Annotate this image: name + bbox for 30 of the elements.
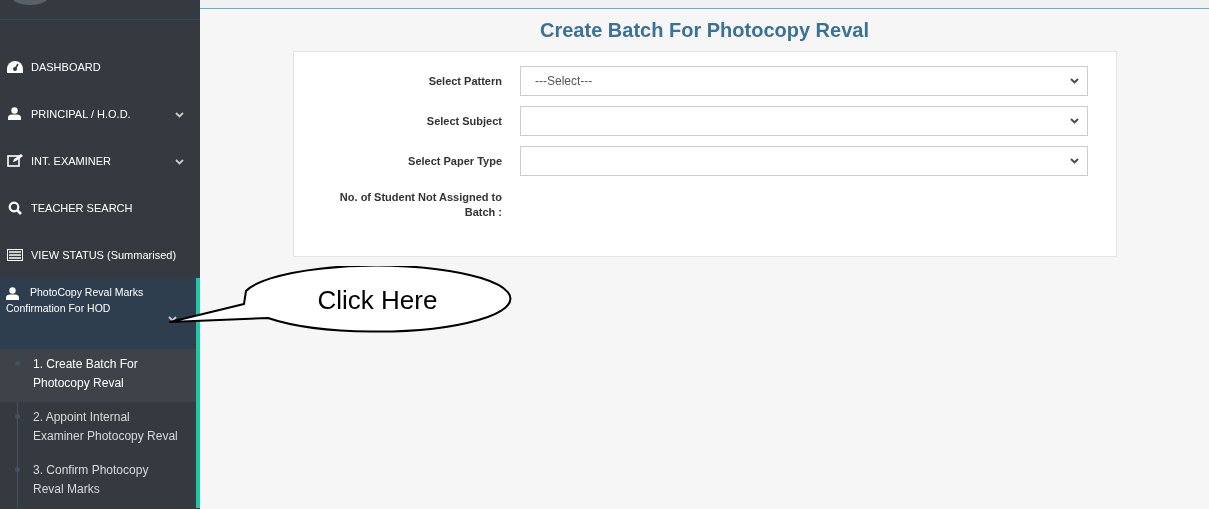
field-label: Select Paper Type [407, 153, 502, 169]
sidebar-item[interactable]: INT. EXAMINER [0, 137, 200, 184]
edit-icon [6, 154, 23, 167]
chevron-down-icon [1070, 158, 1079, 164]
chevron-down-icon [168, 316, 177, 322]
field-label: Select Subject [425, 113, 502, 129]
user-icon [6, 287, 19, 300]
select-field[interactable]: ---Select--- [520, 66, 1088, 96]
field-label: Select Pattern [427, 73, 502, 89]
sidebar-item[interactable]: PRINCIPAL / H.O.D. [0, 90, 200, 137]
page-title: Create Batch For Photocopy Reval [539, 18, 870, 43]
select-field[interactable] [520, 146, 1088, 176]
user-icon [8, 107, 21, 120]
submenu-item[interactable]: 3. Confirm Photocopy Reval Marks [0, 455, 196, 508]
callout-text: Click Here [317, 285, 438, 315]
chevron-down-icon [1070, 118, 1079, 124]
field-label: No. of Student Not Assigned to Batch : [338, 190, 502, 220]
sidebar-item[interactable]: DASHBOARD [0, 43, 200, 90]
chevron-down-icon [175, 158, 184, 165]
chevron-down-icon [175, 111, 184, 118]
chevron-down-icon [1070, 78, 1079, 84]
sidebar-item[interactable]: TEACHER SEARCH [0, 184, 200, 231]
sidebar-group-item[interactable]: PhotoCopy Reval Marks Confirmation For HOD [0, 278, 200, 349]
search-icon [7, 200, 22, 215]
select-field[interactable] [520, 106, 1088, 136]
dashboard-icon [6, 60, 23, 73]
submenu-item[interactable]: 1. Create Batch For Photocopy Reval [0, 349, 196, 402]
list-icon [6, 248, 23, 261]
submenu-item[interactable]: 2. Appoint Internal Examiner Photocopy Reval [0, 402, 196, 455]
sidebar-item[interactable]: VIEW STATUS (Summarised) [0, 231, 200, 278]
